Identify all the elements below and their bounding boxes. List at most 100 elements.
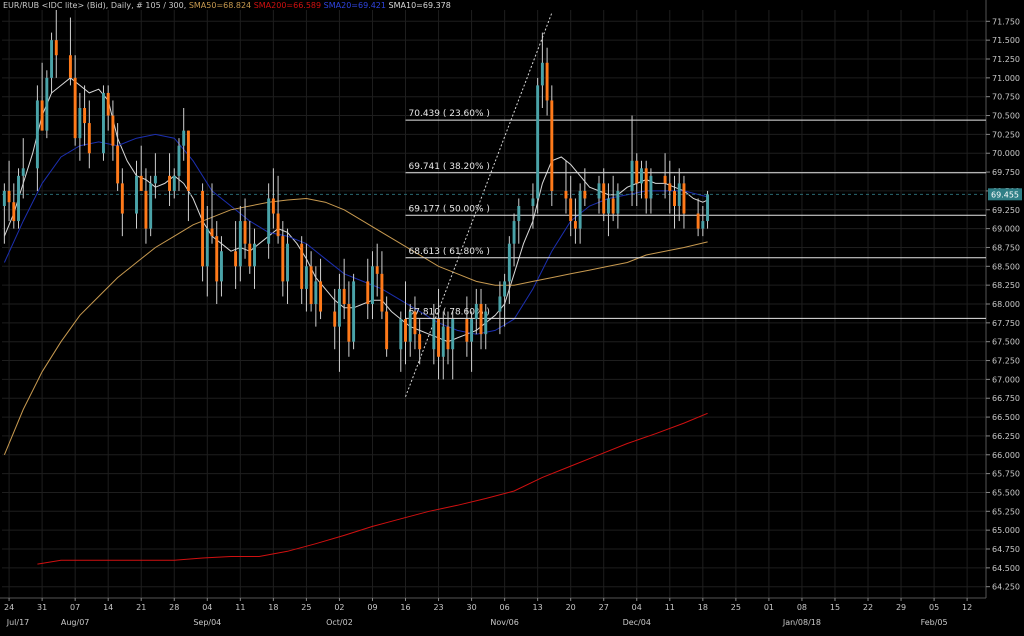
candle-body: [168, 175, 172, 191]
candle-body: [2, 190, 6, 206]
time-tick-label: 31: [37, 603, 47, 612]
time-tick-label: 11: [235, 603, 245, 612]
candle-body: [177, 145, 181, 176]
candle-body: [139, 175, 143, 191]
candle-body: [663, 175, 667, 184]
candle-body: [153, 175, 157, 184]
time-tick-label: 07: [70, 603, 80, 612]
candle-body: [281, 236, 285, 282]
candle-body: [536, 85, 540, 199]
candle-body: [182, 130, 186, 146]
candle-body: [347, 304, 351, 342]
candle-body: [640, 168, 643, 184]
sma-lines: [3, 77, 708, 565]
month-label: Oct/02: [326, 618, 353, 627]
candle-body: [602, 183, 606, 214]
fib-label: 69.741 ( 38.20% ): [409, 162, 490, 172]
month-label: Dec/04: [623, 618, 651, 627]
candle-body: [517, 206, 521, 222]
candle-body: [253, 243, 256, 267]
price-tick-label: 70.750: [992, 93, 1020, 102]
candle-body: [644, 168, 648, 199]
candle-body: [12, 202, 16, 222]
candle-body: [385, 311, 389, 350]
time-tick-label: 16: [400, 603, 410, 612]
candle-body: [304, 266, 308, 289]
candle-body: [366, 281, 370, 304]
price-tick-label: 64.250: [992, 583, 1020, 592]
price-tick-label: 64.500: [992, 564, 1020, 573]
candle-body: [111, 115, 115, 146]
candle-body: [21, 168, 25, 176]
candle-body: [210, 228, 214, 237]
candle-body: [201, 190, 205, 267]
candle-body: [50, 40, 54, 78]
candle-body: [300, 243, 304, 289]
time-tick-label: 11: [665, 603, 675, 612]
price-axis: 64.250 64.500 64.750 65.000 65.250 65.500 65.7…: [986, 17, 1022, 592]
candle-body: [276, 213, 280, 237]
time-tick-label: 22: [863, 603, 873, 612]
time-tick-label: 04: [632, 603, 642, 612]
time-tick-label: 21: [136, 603, 146, 612]
time-tick-label: 01: [764, 603, 774, 612]
time-tick-label: 06: [500, 603, 510, 612]
candle-body: [40, 100, 44, 131]
candle-body: [474, 304, 478, 320]
fib-label: 70.439 ( 23.60% ): [409, 109, 490, 119]
grid: [0, 0, 987, 599]
candle-body: [375, 266, 379, 274]
time-tick-label: 28: [169, 603, 179, 612]
candle-body: [144, 190, 148, 229]
price-tick-label: 69.000: [992, 225, 1020, 234]
price-tick-label: 68.750: [992, 243, 1020, 252]
price-chart[interactable]: 70.439 ( 23.60% ) 69.741 ( 38.20% ) 69.177…: [0, 0, 1024, 636]
candle-body: [186, 130, 190, 191]
candle-body: [630, 160, 634, 191]
time-tick-label: 25: [301, 603, 311, 612]
price-tick-label: 69.750: [992, 168, 1020, 177]
fib-label: 69.177 ( 50.00% ): [409, 204, 490, 214]
candle-body: [540, 62, 544, 86]
price-tick-label: 70.000: [992, 149, 1020, 158]
price-tick-label: 65.750: [992, 470, 1020, 479]
time-tick-label: 29: [896, 603, 906, 612]
time-tick-label: 08: [797, 603, 807, 612]
candle-body: [432, 319, 436, 350]
candle-body: [102, 92, 105, 154]
candle-body: [569, 198, 573, 222]
candle-body: [451, 319, 455, 350]
price-tick-label: 65.000: [992, 526, 1020, 535]
candle-body: [399, 319, 403, 350]
candle-body: [677, 183, 681, 206]
candle-body: [78, 108, 82, 139]
candle-body: [380, 273, 384, 312]
candle-body: [446, 326, 450, 350]
time-tick-label: 18: [268, 603, 278, 612]
price-tick-label: 67.500: [992, 338, 1020, 347]
candle-body: [135, 175, 138, 214]
candle-body: [531, 198, 535, 206]
time-tick-label: 09: [367, 603, 377, 612]
candle-body: [437, 319, 441, 357]
candle-body: [243, 221, 247, 244]
candle-body: [337, 288, 341, 327]
price-tick-label: 66.250: [992, 432, 1020, 441]
time-tick-label: 20: [566, 603, 576, 612]
candle-body: [465, 319, 469, 342]
candle-body: [564, 190, 568, 199]
price-tick-label: 66.750: [992, 394, 1020, 403]
time-tick-label: 14: [103, 603, 113, 612]
price-tick-label: 67.250: [992, 357, 1020, 366]
candle-body: [342, 288, 346, 304]
candle-body: [35, 100, 39, 169]
candle-body: [45, 77, 49, 131]
price-tick-label: 70.250: [992, 130, 1020, 139]
fib-label: 68.613 ( 61.80% ): [409, 247, 490, 257]
candle-body: [404, 319, 407, 342]
candle-body: [682, 183, 686, 214]
candle-body: [512, 221, 516, 244]
candle-body: [696, 213, 700, 229]
candle-body: [635, 160, 639, 184]
candle-body: [234, 251, 238, 267]
